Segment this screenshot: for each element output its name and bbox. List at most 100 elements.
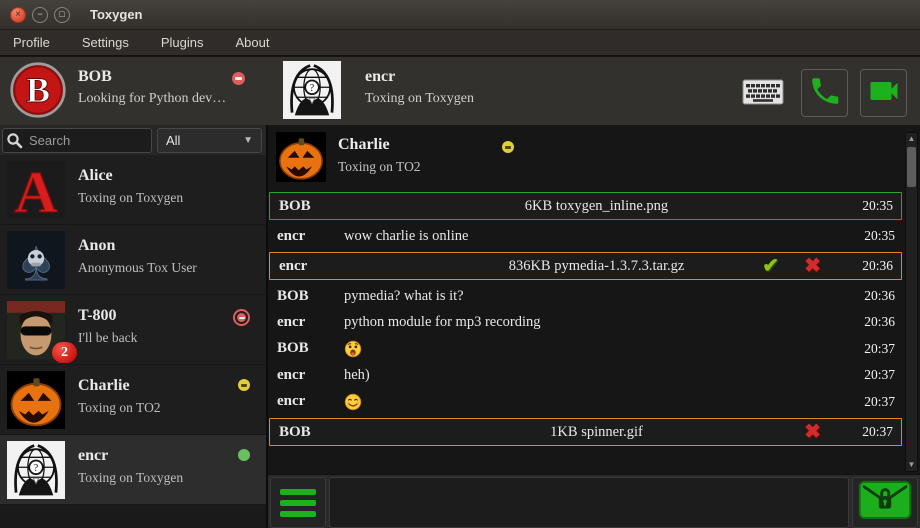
message-time: 20:37 <box>849 341 903 357</box>
self-profile[interactable]: B BOB Looking for Python dev… <box>0 57 268 125</box>
search-icon <box>6 132 23 154</box>
letter-a-avatar: A <box>7 158 65 222</box>
message-list: BOB6KB toxygen_inline.png20:35encrwow ch… <box>268 192 903 446</box>
svg-text:?: ? <box>34 463 39 474</box>
message-row: encr 20:37 <box>268 388 903 415</box>
active-friend-status-message: Toxing on Toxygen <box>365 91 474 107</box>
contact-name: Alice <box>78 167 113 185</box>
scroll-up-arrow-icon[interactable]: ▲ <box>906 133 917 145</box>
contact-name: encr <box>78 447 108 465</box>
contact-row-t-800[interactable]: T-800I'll be back2 <box>0 295 266 365</box>
contact-filter-select[interactable]: All ▼ <box>157 128 262 153</box>
maximize-icon[interactable]: □ <box>54 7 70 23</box>
menu-plugins[interactable]: Plugins <box>161 35 204 50</box>
sidebar: All ▼ A Alice Toxing on Toxygen ♠ Anon Anonym… <box>0 125 268 528</box>
scroll-down-arrow-icon[interactable]: ▼ <box>906 459 917 471</box>
composer <box>268 474 920 528</box>
scrollbar-thumb[interactable] <box>907 147 916 187</box>
menu-profile[interactable]: Profile <box>13 35 50 50</box>
contact-row-encr[interactable]: ? encr Toxing on Toxygen <box>0 435 266 505</box>
video-camera-icon <box>866 73 902 114</box>
message-text: python module for mp3 recording <box>344 314 849 331</box>
message-time: 20:37 <box>849 367 903 383</box>
file-transfer-row: BOB1KB spinner.gif✖20:37 <box>269 418 902 446</box>
message-sender: encr <box>268 228 344 245</box>
accept-file-icon[interactable]: ✔ <box>762 254 779 278</box>
busy-status-icon[interactable] <box>232 72 245 85</box>
close-icon[interactable]: × <box>10 7 26 23</box>
message-time: 20:36 <box>847 258 901 274</box>
menu-settings[interactable]: Settings <box>82 35 129 50</box>
message-row: encrpython module for mp3 recording20:36 <box>268 309 903 335</box>
message-text: wow charlie is online <box>344 228 849 245</box>
spade-skull-avatar: ♠ <box>7 228 65 292</box>
self-name: BOB <box>78 68 112 86</box>
message-row: BOBpymedia? what is it?20:36 <box>268 283 903 309</box>
contact-row-anon[interactable]: ♠ Anon Anonymous Tox User <box>0 225 266 295</box>
pumpkin-avatar <box>7 368 65 432</box>
message-text: pymedia? what is it? <box>344 288 849 305</box>
away-status-icon <box>502 141 514 153</box>
message-row: encrwow charlie is online20:35 <box>268 223 903 249</box>
message-sender: encr <box>270 258 346 275</box>
window-title: Toxygen <box>90 7 143 22</box>
message-time: 20:35 <box>847 198 901 214</box>
active-friend-avatar: ? <box>283 60 341 120</box>
contact-list: A Alice Toxing on Toxygen ♠ Anon Anonymous To… <box>0 155 266 528</box>
attach-menu-button[interactable] <box>270 477 326 528</box>
file-transfer-label: 1KB spinner.gif <box>346 424 847 441</box>
svg-text:?: ? <box>310 83 315 94</box>
message-row: BOB 20:37 <box>268 335 903 362</box>
chat-scrollbar[interactable]: ▲ ▼ <box>905 132 918 472</box>
send-message-button[interactable] <box>852 477 918 528</box>
emoji-astonished-icon <box>344 340 849 358</box>
message-sender: BOB <box>270 424 346 441</box>
search-input[interactable] <box>2 128 152 153</box>
minimize-icon[interactable]: − <box>32 7 48 23</box>
message-sender: encr <box>268 393 344 410</box>
message-input[interactable] <box>329 477 849 528</box>
message-text: heh) <box>344 367 849 384</box>
message-sender: BOB <box>268 340 344 357</box>
message-time: 20:36 <box>849 314 903 330</box>
active-friend-name: encr <box>365 68 395 86</box>
contact-filter-value: All <box>166 133 180 148</box>
self-avatar: B <box>9 60 67 120</box>
message-sender: encr <box>268 314 344 331</box>
anonymous-avatar: ? <box>7 438 65 502</box>
contact-status-message: I'll be back <box>78 330 137 346</box>
emoji-smiling-icon <box>344 393 849 411</box>
toxygen-window: × − □ Toxygen Profile Settings Plugins A… <box>0 0 920 528</box>
message-sender: BOB <box>268 288 344 305</box>
send-encrypted-icon <box>858 479 912 526</box>
file-transfer-label: 6KB toxygen_inline.png <box>346 198 847 215</box>
away-status-icon <box>238 379 250 391</box>
busy-status-icon <box>233 309 250 326</box>
unread-count-badge: 2 <box>52 342 77 363</box>
contact-status-message: Toxing on Toxygen <box>78 470 183 486</box>
cancel-file-icon[interactable]: ✖ <box>804 254 821 278</box>
chevron-down-icon: ▼ <box>243 135 253 146</box>
chat-friend-name: Charlie <box>338 136 390 154</box>
message-time: 20:37 <box>849 394 903 410</box>
contact-status-message: Anonymous Tox User <box>78 260 197 276</box>
message-area: Charlie Toxing on TO2 BOB 6KB toxygen_inl… <box>268 125 920 474</box>
online-status-icon <box>238 449 250 461</box>
audio-call-button[interactable] <box>801 69 848 117</box>
keyboard-icon[interactable] <box>742 79 784 105</box>
contact-row-charlie[interactable]: CharlieToxing on TO2 <box>0 365 266 435</box>
search-row: All ▼ <box>0 125 266 155</box>
contact-name: Anon <box>78 237 115 255</box>
video-call-button[interactable] <box>860 69 907 117</box>
contact-status-message: Toxing on Toxygen <box>78 190 183 206</box>
active-friend-profile: ? encr Toxing on Toxygen <box>283 57 583 125</box>
hamburger-menu-icon <box>280 489 316 495</box>
menubar: Profile Settings Plugins About <box>0 30 920 56</box>
contact-row-alice[interactable]: A Alice Toxing on Toxygen <box>0 155 266 225</box>
svg-text:B: B <box>26 70 50 110</box>
cancel-file-icon[interactable]: ✖ <box>804 420 821 444</box>
contact-status-message: Toxing on TO2 <box>78 400 161 416</box>
menu-about[interactable]: About <box>235 35 269 50</box>
chat-friend-avatar <box>276 132 326 182</box>
chat-friend-header: Charlie Toxing on TO2 <box>274 130 903 186</box>
